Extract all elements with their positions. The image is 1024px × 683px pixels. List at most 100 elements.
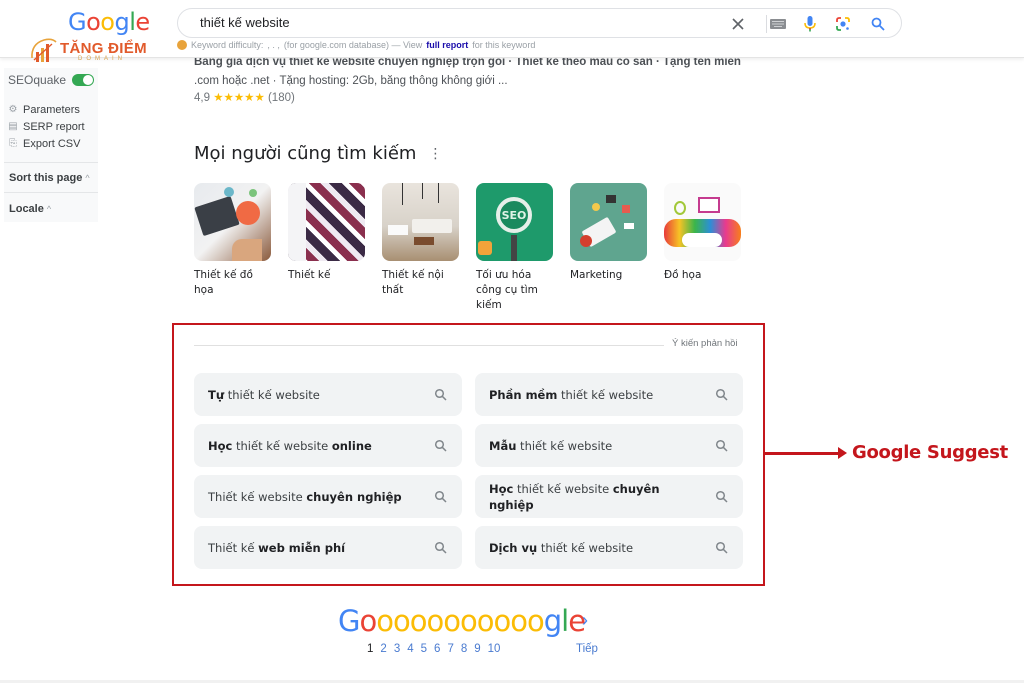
feedback-link[interactable]: Ý kiến phản hồi	[672, 338, 738, 349]
pas-card-seo[interactable]: SEO Tối ưu hóa công cụ tìm kiếm	[476, 183, 553, 313]
related-search-chip[interactable]: Học thiết kế website chuyên nghiệp	[475, 475, 743, 518]
related-search-text: Tự thiết kế website	[208, 387, 320, 403]
related-search-chip[interactable]: Thiết kế website chuyên nghiệp	[194, 475, 462, 518]
page-link[interactable]: 2	[380, 643, 386, 655]
related-search-chip[interactable]: Mẫu thiết kế website	[475, 424, 743, 467]
logo-letter: o	[526, 604, 545, 638]
pas-thumbnail	[570, 183, 647, 261]
seoquake-item-label: Parameters	[23, 103, 80, 116]
star-rating-icon: ★★★★★	[213, 92, 265, 104]
related-search-text: Mẫu thiết kế website	[489, 438, 612, 454]
pas-label: Tối ưu hóa công cụ tìm kiếm	[476, 269, 538, 311]
pagination-logo: Gooooooooooogle	[338, 604, 586, 638]
google-lens-icon[interactable]	[833, 14, 853, 34]
pas-card-design[interactable]: Thiết kế	[288, 183, 365, 313]
logo-letter: o	[443, 604, 461, 638]
seoquake-menu: ⚙ Parameters ▤ SERP report ⎘ Export CSV	[8, 101, 85, 152]
related-search-chip[interactable]: Tự thiết kế website	[194, 373, 462, 416]
highlighted-term: Phần mềm	[489, 387, 558, 402]
section-label: Locale	[9, 203, 44, 215]
search-input[interactable]	[200, 15, 700, 30]
search-icon	[715, 388, 729, 402]
more-options-icon[interactable]: ⋮	[428, 146, 442, 162]
search-icon	[434, 541, 448, 555]
people-also-search-heading: Mọi người cũng tìm kiếm ⋮	[194, 143, 442, 164]
clear-icon[interactable]	[728, 14, 748, 34]
related-search-chip[interactable]: Thiết kế web miễn phí	[194, 526, 462, 569]
query-term: thiết kế website	[513, 481, 613, 496]
search-icon[interactable]	[868, 14, 888, 34]
microphone-icon[interactable]	[800, 14, 820, 34]
page-link[interactable]: 9	[474, 643, 480, 655]
report-icon: ▤	[8, 120, 18, 132]
logo-letter: e	[135, 8, 150, 36]
pas-card-interior-design[interactable]: Thiết kế nội thất	[382, 183, 459, 313]
logo-letter: o	[510, 604, 528, 638]
related-search-text: Học thiết kế website chuyên nghiệp	[489, 481, 704, 513]
related-search-text: Phần mềm thiết kế website	[489, 387, 653, 403]
pas-thumbnail: SEO	[476, 183, 553, 261]
result-rating: 4,9 ★★★★★ (180)	[194, 90, 295, 104]
pas-card-marketing[interactable]: Marketing	[570, 183, 647, 313]
gear-icon: ⚙	[8, 103, 18, 115]
pas-thumbnail	[382, 183, 459, 261]
locale-toggle[interactable]: Locale ^	[9, 203, 51, 215]
pas-label: Thiết kế nội thất	[382, 269, 444, 296]
related-search-text: Học thiết kế website online	[208, 438, 372, 454]
related-search-chip[interactable]: Học thiết kế website online	[194, 424, 462, 467]
query-term: thiết kế website	[537, 540, 634, 555]
pas-label: Thiết kế	[288, 269, 331, 281]
chevron-right-icon[interactable]: ›	[582, 610, 588, 631]
page-link[interactable]: 10	[488, 643, 501, 655]
seoquake-item-export-csv[interactable]: ⎘ Export CSV	[8, 135, 85, 152]
divider	[194, 345, 664, 346]
divider	[4, 162, 98, 163]
query-term: thiết kế website	[557, 387, 654, 402]
query-term: Thiết kế	[208, 540, 259, 555]
logo-letter: G	[338, 604, 361, 638]
logo-letter: o	[493, 604, 511, 638]
seoquake-panel: SEOquake ⚙ Parameters ▤ SERP report ⎘ Ex…	[4, 68, 98, 222]
chevron-up-icon: ^	[46, 204, 52, 214]
related-search-chip[interactable]: Dịch vụ thiết kế website	[475, 526, 743, 569]
search-icon	[715, 439, 729, 453]
search-icon	[434, 490, 448, 504]
keyboard-icon[interactable]	[768, 14, 788, 34]
seoquake-item-serp-report[interactable]: ▤ SERP report	[8, 118, 84, 135]
full-report-link[interactable]: full report	[426, 40, 468, 50]
highlighted-term: Tự	[208, 387, 225, 402]
pas-card-graphic-design[interactable]: Thiết kế đồ họa	[194, 183, 271, 313]
search-box[interactable]	[177, 8, 902, 38]
search-icon	[434, 439, 448, 453]
next-page-link[interactable]: Tiếp	[576, 643, 598, 655]
logo-letter: o	[392, 604, 411, 638]
logo-letter: o	[100, 8, 115, 36]
highlighted-term: Dịch vụ	[489, 540, 538, 555]
related-search-chip[interactable]: Phần mềm thiết kế website	[475, 373, 743, 416]
page-link[interactable]: 7	[447, 643, 453, 655]
pas-label: Thiết kế đồ họa	[194, 269, 253, 296]
google-logo[interactable]: Google	[68, 8, 150, 36]
result-snippet: Bảng giá dịch vụ thiết kế website chuyên…	[194, 53, 754, 91]
logo-letter: G	[68, 8, 87, 36]
query-term: Thiết kế website	[208, 489, 307, 504]
sort-this-page-toggle[interactable]: Sort this page ^	[9, 172, 90, 184]
annotation-label: Google Suggest	[852, 442, 1008, 463]
related-search-text: Dịch vụ thiết kế website	[489, 540, 633, 556]
highlighted-term: Học	[489, 481, 514, 496]
page-link[interactable]: 3	[394, 643, 400, 655]
people-also-search-title: Mọi người cũng tìm kiếm	[194, 143, 417, 164]
page-link[interactable]: 4	[407, 643, 413, 655]
highlighted-term: chuyên nghiệp	[306, 489, 402, 504]
snippet-line-2: .com hoặc .net · Tặng hosting: 2Gb, băng…	[194, 75, 508, 87]
related-search-text: Thiết kế web miễn phí	[208, 540, 345, 556]
seoquake-item-parameters[interactable]: ⚙ Parameters	[8, 101, 85, 118]
divider	[4, 192, 98, 193]
page-link[interactable]: 6	[434, 643, 440, 655]
pas-card-graphics[interactable]: Đồ họa	[664, 183, 741, 313]
brand-watermark: TĂNG ĐIỂM DOMAIN	[28, 36, 147, 66]
logo-letter: g	[114, 8, 130, 36]
page-link[interactable]: 5	[421, 643, 427, 655]
page-link[interactable]: 8	[461, 643, 467, 655]
seoquake-toggle[interactable]	[72, 74, 95, 86]
